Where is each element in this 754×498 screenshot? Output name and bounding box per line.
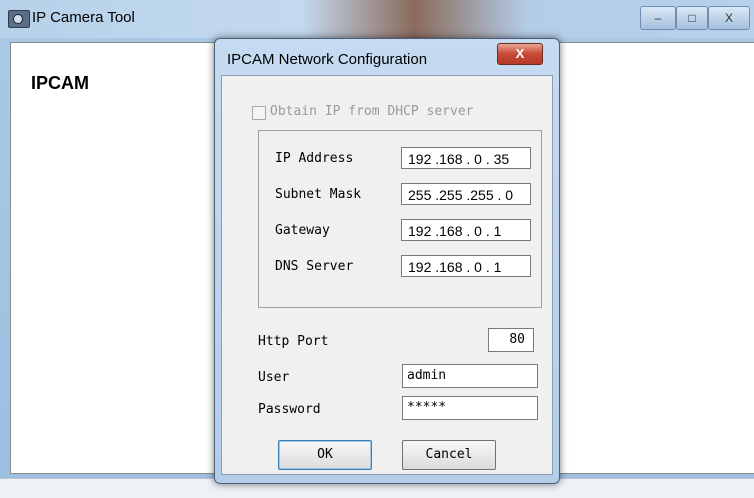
password-field[interactable]: ***** bbox=[402, 396, 538, 420]
network-config-dialog: IPCAM Network Configuration X Obtain IP … bbox=[214, 38, 560, 484]
dhcp-label: Obtain IP from DHCP server bbox=[270, 104, 474, 119]
http-port-label: Http Port bbox=[258, 334, 329, 349]
main-titlebar[interactable]: IP Camera Tool – □ X bbox=[0, 0, 754, 38]
dialog-body: Obtain IP from DHCP server IP Address 19… bbox=[221, 75, 553, 475]
ip-settings-group: IP Address 192 .168 . 0 . 35 Subnet Mask… bbox=[258, 130, 542, 308]
gateway-label: Gateway bbox=[275, 223, 330, 238]
dialog-title: IPCAM Network Configuration bbox=[227, 51, 428, 68]
close-window-button[interactable]: X bbox=[708, 6, 750, 30]
dialog-close-button[interactable]: X bbox=[497, 43, 543, 65]
user-field[interactable]: admin bbox=[402, 364, 538, 388]
ok-button[interactable]: OK bbox=[278, 440, 372, 470]
window-title: IP Camera Tool bbox=[32, 9, 135, 26]
gateway-field[interactable]: 192 .168 . 0 . 1 bbox=[401, 219, 531, 241]
user-label: User bbox=[258, 370, 290, 385]
dns-server-field[interactable]: 192 .168 . 0 . 1 bbox=[401, 255, 531, 277]
password-label: Password bbox=[258, 402, 321, 417]
subnet-mask-label: Subnet Mask bbox=[275, 187, 362, 202]
subnet-mask-field[interactable]: 255 .255 .255 . 0 bbox=[401, 183, 531, 205]
cancel-button[interactable]: Cancel bbox=[402, 440, 496, 470]
maximize-button[interactable]: □ bbox=[676, 6, 708, 30]
ip-address-field[interactable]: 192 .168 . 0 . 35 bbox=[401, 147, 531, 169]
list-header-ipcam: IPCAM bbox=[31, 73, 89, 93]
ip-address-label: IP Address bbox=[275, 151, 354, 166]
http-port-field[interactable]: 80 bbox=[488, 328, 534, 352]
dhcp-checkbox[interactable] bbox=[252, 106, 266, 120]
camera-app-icon bbox=[8, 10, 30, 28]
dns-server-label: DNS Server bbox=[275, 259, 354, 274]
minimize-button[interactable]: – bbox=[640, 6, 676, 30]
